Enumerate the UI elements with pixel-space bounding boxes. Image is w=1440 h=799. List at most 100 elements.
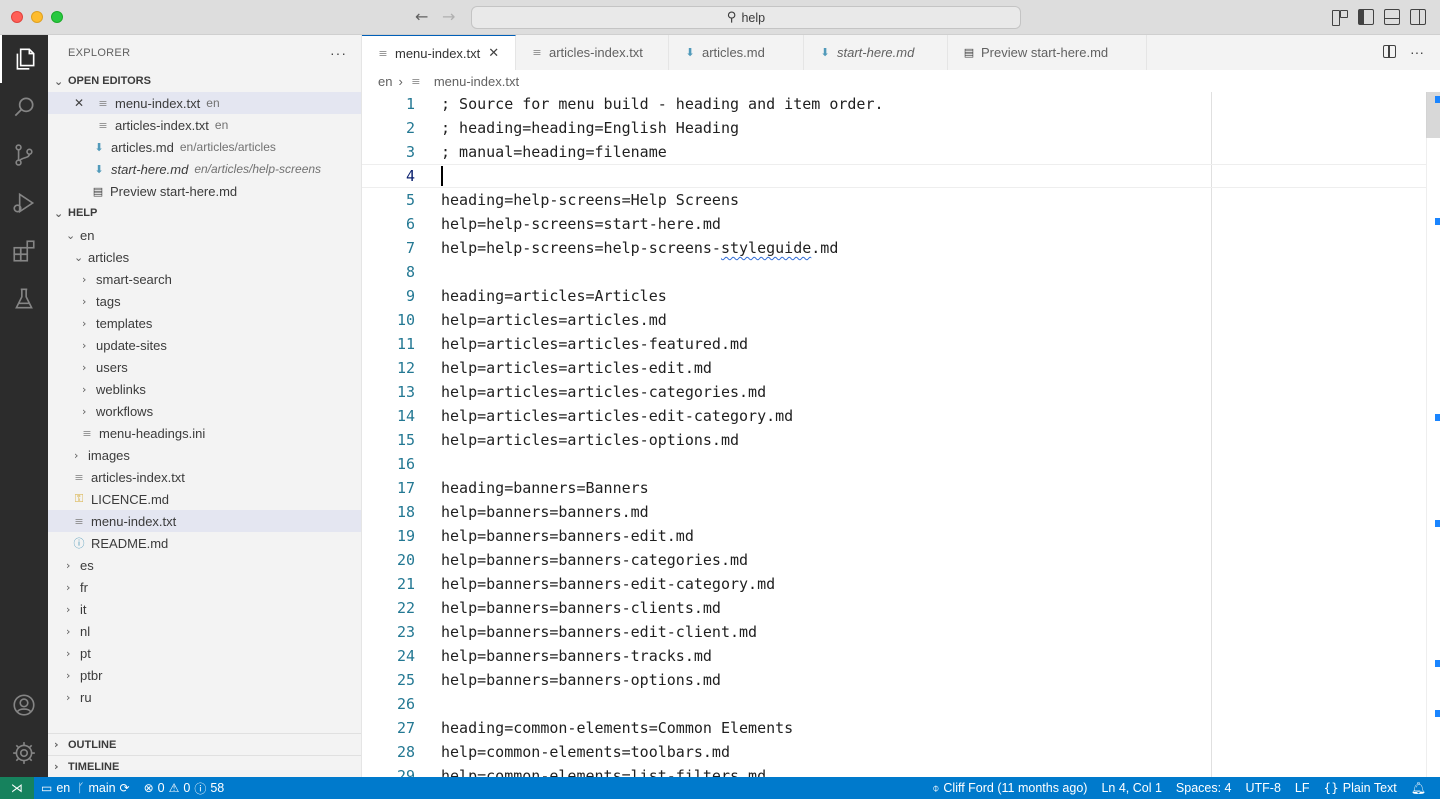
code-line[interactable]: 15 help=articles=articles-options.md (362, 428, 1426, 452)
notifications-bell-icon[interactable]: 🔔︎ (1404, 781, 1440, 795)
code-line[interactable]: 5 heading=help-screens=Help Screens (362, 188, 1426, 212)
code-line[interactable]: 25 help=banners=banners-options.md (362, 668, 1426, 692)
code-line[interactable]: 6 help=help-screens=start-here.md (362, 212, 1426, 236)
close-icon[interactable]: ✕ (74, 96, 84, 110)
code-line[interactable]: 18 help=banners=banners.md (362, 500, 1426, 524)
breadcrumb-file[interactable]: menu-index.txt (434, 74, 519, 89)
status-folder[interactable]: ▭ en (34, 781, 77, 795)
toggle-panel-icon[interactable] (1384, 9, 1400, 25)
account-icon[interactable] (0, 681, 48, 729)
code-line[interactable]: 8 (362, 260, 1426, 284)
code-line[interactable]: 23 help=banners=banners-edit-client.md (362, 620, 1426, 644)
code-editor[interactable]: 1 ; Source for menu build - heading and i… (362, 92, 1440, 777)
code-line[interactable]: 26 (362, 692, 1426, 716)
tree-item-smart-search[interactable]: › smart-search (48, 268, 361, 290)
tree-item-menu-headings[interactable]: ≡ menu-headings.ini (48, 422, 361, 444)
code-line[interactable]: 11 help=articles=articles-featured.md (362, 332, 1426, 356)
code-line[interactable]: 29 help=common-elements=list-filters.md (362, 764, 1426, 777)
minimize-window-button[interactable] (31, 11, 43, 23)
open-editor-item[interactable]: ✕ ≡ menu-index.txt en (48, 92, 361, 114)
code-line[interactable]: 13 help=articles=articles-categories.md (362, 380, 1426, 404)
code-line[interactable]: 27 heading=common-elements=Common Element… (362, 716, 1426, 740)
tree-item-readme[interactable]: ⓘ README.md (48, 532, 361, 554)
code-line[interactable]: 12 help=articles=articles-edit.md (362, 356, 1426, 380)
tree-item-workflows[interactable]: › workflows (48, 400, 361, 422)
code-line[interactable]: 21 help=banners=banners-edit-category.md (362, 572, 1426, 596)
status-encoding[interactable]: UTF-8 (1239, 781, 1288, 795)
tree-item-images[interactable]: › images (48, 444, 361, 466)
tab-menu-index[interactable]: ≡ menu-index.txt ✕ (362, 35, 516, 70)
testing-flask-icon[interactable] (0, 275, 48, 323)
search-icon[interactable] (0, 83, 48, 131)
help-folder-header[interactable]: ⌄ HELP (48, 202, 361, 224)
tree-item-templates[interactable]: › templates (48, 312, 361, 334)
tree-item-nl[interactable]: › nl (48, 620, 361, 642)
open-editor-item[interactable]: ⬇ start-here.md en/articles/help-screens (48, 158, 361, 180)
tree-item-menu-index[interactable]: ≡ menu-index.txt (48, 510, 361, 532)
code-line[interactable]: 20 help=banners=banners-categories.md (362, 548, 1426, 572)
code-line[interactable]: 1 ; Source for menu build - heading and i… (362, 92, 1426, 116)
tree-item-es[interactable]: › es (48, 554, 361, 576)
tree-item-tags[interactable]: › tags (48, 290, 361, 312)
code-line[interactable]: 16 (362, 452, 1426, 476)
status-position[interactable]: Ln 4, Col 1 (1094, 781, 1168, 795)
tree-item-pt[interactable]: › pt (48, 642, 361, 664)
code-line[interactable]: 19 help=banners=banners-edit.md (362, 524, 1426, 548)
code-line[interactable]: 7 help=help-screens=help-screens-stylegui… (362, 236, 1426, 260)
code-line[interactable]: 17 heading=banners=Banners (362, 476, 1426, 500)
close-window-button[interactable] (11, 11, 23, 23)
open-editor-item[interactable]: ⬇ articles.md en/articles/articles (48, 136, 361, 158)
tab-start-here[interactable]: ⬇ start-here.md (804, 35, 948, 70)
tree-item-update-sites[interactable]: › update-sites (48, 334, 361, 356)
more-actions-icon[interactable]: ··· (330, 45, 347, 61)
status-problems[interactable]: ⊗ 0 ⚠ 0 ⓘ 58 (137, 780, 232, 797)
remote-indicator-icon[interactable]: ⋊ (0, 777, 34, 799)
tree-item-articles[interactable]: ⌄ articles (48, 246, 361, 268)
status-language[interactable]: {} Plain Text (1317, 781, 1404, 795)
tree-item-ru[interactable]: › ru (48, 686, 361, 708)
tree-item-en[interactable]: ⌄ en (48, 224, 361, 246)
tree-item-ptbr[interactable]: › ptbr (48, 664, 361, 686)
code-line[interactable]: 4 (362, 164, 1426, 188)
back-arrow-icon[interactable]: ← (415, 7, 428, 26)
run-debug-icon[interactable] (0, 179, 48, 227)
zoom-window-button[interactable] (51, 11, 63, 23)
outline-section-header[interactable]: › OUTLINE (48, 733, 361, 755)
editor-scrollbar[interactable] (1426, 92, 1440, 777)
status-indentation[interactable]: Spaces: 4 (1169, 781, 1239, 795)
tree-item-fr[interactable]: › fr (48, 576, 361, 598)
code-line[interactable]: 2 ; heading=heading=English Heading (362, 116, 1426, 140)
tree-item-weblinks[interactable]: › weblinks (48, 378, 361, 400)
open-editor-item[interactable]: ▤ Preview start-here.md (48, 180, 361, 202)
more-actions-icon[interactable]: ··· (1410, 44, 1424, 60)
open-editor-item[interactable]: ≡ articles-index.txt en (48, 114, 361, 136)
command-center-search[interactable]: ⚲ help (471, 6, 1021, 29)
close-icon[interactable]: ✕ (488, 46, 499, 61)
tab-preview-start-here[interactable]: ▤ Preview start-here.md (948, 35, 1147, 70)
timeline-section-header[interactable]: › TIMELINE (48, 755, 361, 777)
code-line[interactable]: 14 help=articles=articles-edit-category.m… (362, 404, 1426, 428)
tree-item-users[interactable]: › users (48, 356, 361, 378)
code-line[interactable]: 10 help=articles=articles.md (362, 308, 1426, 332)
tree-item-articles-index[interactable]: ≡ articles-index.txt (48, 466, 361, 488)
forward-arrow-icon[interactable]: → (442, 7, 455, 26)
status-eol[interactable]: LF (1288, 781, 1317, 795)
toggle-primary-sidebar-icon[interactable] (1358, 9, 1374, 25)
source-control-icon[interactable] (0, 131, 48, 179)
tree-item-it[interactable]: › it (48, 598, 361, 620)
split-editor-icon[interactable] (1383, 45, 1396, 58)
tree-item-licence[interactable]: ⚿ LICENCE.md (48, 488, 361, 510)
code-line[interactable]: 28 help=common-elements=toolbars.md (362, 740, 1426, 764)
explorer-icon[interactable] (0, 35, 48, 83)
code-line[interactable]: 24 help=banners=banners-tracks.md (362, 644, 1426, 668)
status-blame[interactable]: ⌽ Cliff Ford (11 months ago) (925, 781, 1094, 796)
customize-layout-icon[interactable] (1332, 9, 1348, 26)
open-editors-header[interactable]: ⌄ OPEN EDITORS (48, 70, 361, 92)
tab-articles-index[interactable]: ≡ articles-index.txt (516, 35, 669, 70)
code-line[interactable]: 22 help=banners=banners-clients.md (362, 596, 1426, 620)
toggle-secondary-sidebar-icon[interactable] (1410, 9, 1426, 25)
code-line[interactable]: 9 heading=articles=Articles (362, 284, 1426, 308)
settings-gear-icon[interactable] (0, 729, 48, 777)
extensions-icon[interactable] (0, 227, 48, 275)
breadcrumb-folder[interactable]: en (378, 74, 392, 89)
